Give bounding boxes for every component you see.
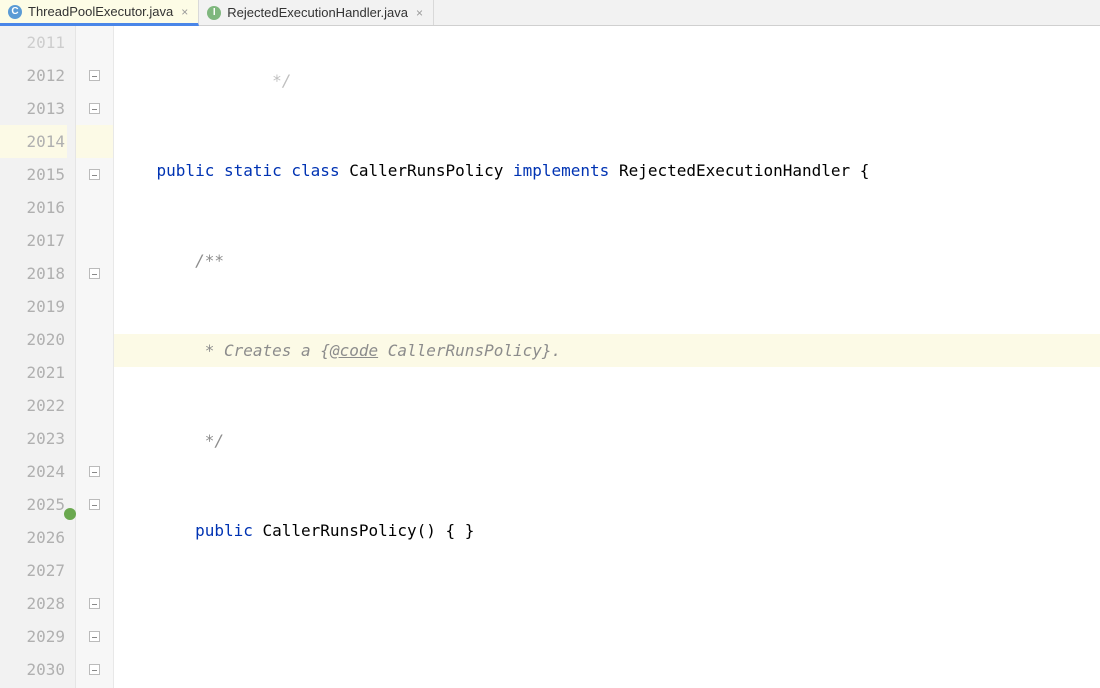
line-number[interactable]: 2028 xyxy=(0,587,67,620)
line-number[interactable]: 2020 xyxy=(0,323,67,356)
fold-handle-icon[interactable] xyxy=(89,631,100,642)
code-line[interactable]: */ xyxy=(114,64,1100,97)
line-number[interactable]: 2014 xyxy=(0,125,67,158)
tab-threadpoolexecutor[interactable]: C ThreadPoolExecutor.java × xyxy=(0,0,199,26)
line-number[interactable]: 2022 xyxy=(0,389,67,422)
line-number[interactable]: 2017 xyxy=(0,224,67,257)
line-number[interactable]: 2021 xyxy=(0,356,67,389)
line-number[interactable]: 2019 xyxy=(0,290,67,323)
line-number[interactable]: 2016 xyxy=(0,191,67,224)
line-number[interactable]: 2013 xyxy=(0,92,67,125)
tab-label: RejectedExecutionHandler.java xyxy=(227,5,408,20)
code-line[interactable]: /** xyxy=(114,244,1100,277)
fold-handle-icon[interactable] xyxy=(89,103,100,114)
line-number[interactable]: 2012 xyxy=(0,59,67,92)
fold-handle-icon[interactable] xyxy=(89,169,100,180)
fold-handle-icon[interactable] xyxy=(89,664,100,675)
fold-handle-icon[interactable] xyxy=(89,598,100,609)
line-number[interactable]: 2015 xyxy=(0,158,67,191)
code-line[interactable]: public CallerRunsPolicy() { } xyxy=(114,514,1100,547)
fold-gutter xyxy=(76,26,114,688)
code-line[interactable] xyxy=(114,604,1100,637)
line-number[interactable]: 2026 xyxy=(0,521,67,554)
code-line[interactable]: public static class CallerRunsPolicy imp… xyxy=(114,154,1100,187)
tab-label: ThreadPoolExecutor.java xyxy=(28,4,173,19)
line-number[interactable]: 2029 xyxy=(0,620,67,653)
close-icon[interactable]: × xyxy=(414,6,425,20)
line-number[interactable]: 2018 xyxy=(0,257,67,290)
code-line[interactable]: * Creates a {@code CallerRunsPolicy}. xyxy=(114,334,1100,367)
line-number[interactable]: 2011 xyxy=(0,26,67,59)
code-line[interactable]: */ xyxy=(114,424,1100,457)
editor-tabs: C ThreadPoolExecutor.java × I RejectedEx… xyxy=(0,0,1100,26)
line-number[interactable]: 2023 xyxy=(0,422,67,455)
class-file-icon: C xyxy=(8,5,22,19)
code-area[interactable]: */ public static class CallerRunsPolicy … xyxy=(114,26,1100,688)
line-number[interactable]: 2025 ↑ xyxy=(0,488,67,521)
line-number[interactable]: 2030 xyxy=(0,653,67,686)
fold-handle-icon[interactable] xyxy=(89,499,100,510)
close-icon[interactable]: × xyxy=(179,5,190,19)
fold-handle-icon[interactable] xyxy=(89,70,100,81)
code-editor[interactable]: 2011 2012 2013 2014 2015 2016 2017 2018 … xyxy=(0,26,1100,688)
line-number[interactable]: 2027 xyxy=(0,554,67,587)
tab-rejectedexecutionhandler[interactable]: I RejectedExecutionHandler.java × xyxy=(199,0,434,25)
line-number[interactable]: 2024 xyxy=(0,455,67,488)
fold-handle-icon[interactable] xyxy=(89,466,100,477)
fold-handle-icon[interactable] xyxy=(89,268,100,279)
interface-file-icon: I xyxy=(207,6,221,20)
line-number-gutter: 2011 2012 2013 2014 2015 2016 2017 2018 … xyxy=(0,26,76,688)
